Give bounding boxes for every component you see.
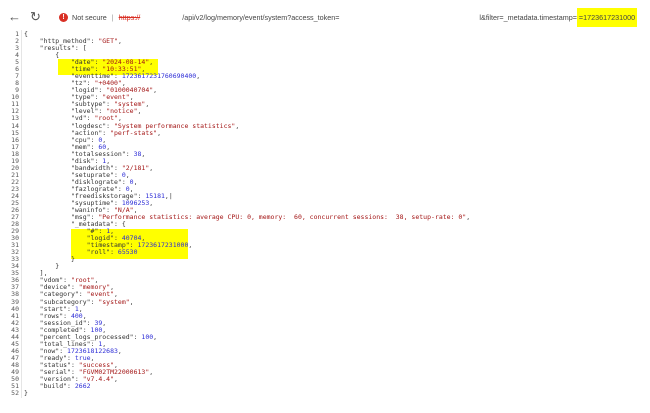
json-token: ,	[466, 213, 471, 222]
security-label[interactable]: Not secure	[72, 13, 107, 22]
url-path: /api/v2/log/memory/event/system?access_t…	[182, 12, 340, 22]
json-token: 100	[141, 332, 154, 341]
json-token: ,	[149, 367, 154, 376]
line-text: "build": 2662	[24, 383, 91, 390]
address-bar[interactable]: ! Not secure | https:// /api/v2/log/memo…	[50, 7, 640, 27]
json-token: "perf-stats"	[110, 128, 158, 137]
json-token: ,	[196, 72, 201, 81]
json-token: ,	[153, 86, 158, 95]
url-scheme: https://	[118, 12, 141, 22]
back-arrow-icon[interactable]: ←	[8, 9, 21, 24]
json-token: ,	[157, 128, 161, 137]
json-token: ,	[188, 241, 193, 250]
reload-icon[interactable]: ↻	[30, 9, 41, 25]
url-timestamp-highlight: =1723617231000	[576, 7, 638, 27]
json-token: ,	[114, 374, 118, 383]
json-token: ,	[129, 297, 134, 306]
json-token: 1723617231760690400	[121, 72, 197, 81]
divider: |	[111, 12, 114, 22]
json-token: ,	[149, 163, 154, 172]
json-token: ,	[149, 58, 154, 67]
json-token: ,	[149, 198, 154, 207]
json-token: "system"	[98, 297, 130, 306]
url-filter: l&filter=_metadata.timestamp=	[479, 12, 577, 22]
json-token: 2662	[74, 382, 91, 390]
json-token: ,|	[164, 191, 173, 200]
json-token: }	[24, 389, 28, 398]
json-token: ,	[153, 332, 158, 341]
json-token: ,	[145, 100, 150, 109]
json-token: 1723617231000	[137, 241, 189, 250]
json-token: ,	[117, 346, 122, 355]
json-token: "Performance statistics: average CPU: 0,…	[98, 213, 467, 222]
not-secure-icon[interactable]: !	[59, 12, 68, 22]
json-token: "build":	[24, 382, 75, 390]
json-token: "GET"	[98, 37, 118, 46]
json-token: 65530	[117, 248, 138, 257]
json-token: ,	[133, 177, 138, 186]
json-token: ,	[141, 149, 146, 158]
line-text: }	[24, 390, 28, 397]
json-token: ,	[235, 121, 240, 130]
line-number: 52	[11, 389, 19, 398]
line-number-gutter	[21, 30, 22, 398]
browser-toolbar: ← ↻ ! Not secure | https:// /api/v2/log/…	[0, 0, 650, 30]
json-token: ,	[117, 37, 122, 46]
json-token: ,	[137, 107, 142, 116]
